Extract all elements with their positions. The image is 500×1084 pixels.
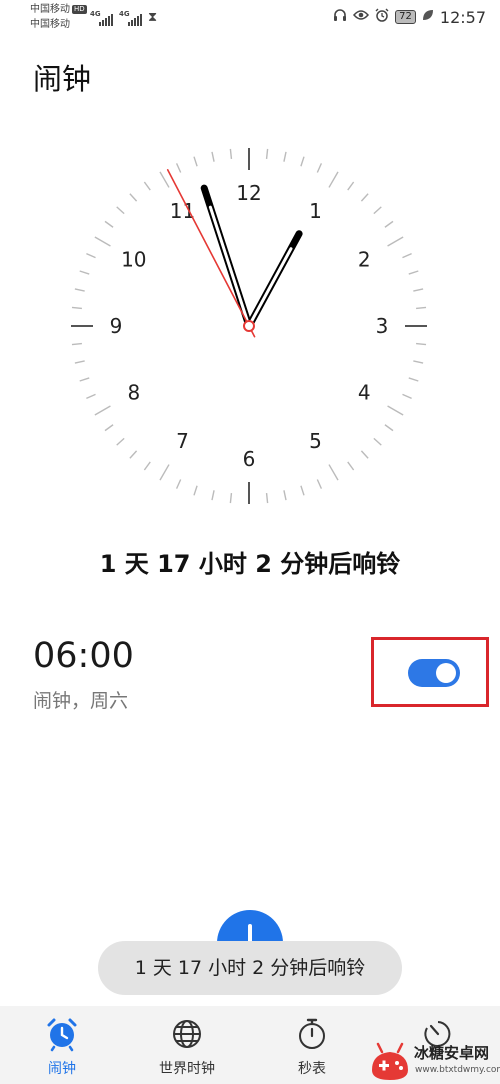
stopwatch-icon — [299, 1018, 325, 1049]
tab-stopwatch-label: 秒表 — [298, 1061, 326, 1077]
clock-tick — [104, 220, 114, 228]
alarm-description: 闹钟，周六 — [33, 690, 129, 712]
alarm-time: 06:00 — [33, 636, 134, 676]
clock-tick — [71, 342, 82, 346]
clock-numeral: 4 — [358, 381, 371, 405]
clock-tick — [229, 493, 233, 504]
clock-tick — [159, 464, 170, 481]
clock-tick — [387, 405, 404, 416]
alarm-countdown: 1 天 17 小时 2 分钟后响铃 — [99, 550, 401, 578]
clock-numeral: 5 — [309, 429, 322, 453]
clock-center-cap — [243, 320, 255, 332]
clock-tick — [175, 163, 182, 173]
clock-numeral: 1 — [309, 199, 322, 223]
clock-numeral: 8 — [127, 381, 140, 405]
alarm-toggle[interactable] — [408, 659, 460, 687]
alarm-clock-icon — [47, 1018, 77, 1052]
clock-tick — [316, 163, 323, 173]
clock-tick — [328, 464, 339, 481]
clock-tick — [79, 270, 90, 275]
clock-tick — [416, 306, 427, 310]
globe-icon — [173, 1020, 201, 1048]
clock-tick — [413, 288, 424, 292]
clock-tick — [265, 148, 269, 159]
analog-clock: 121234567891011 — [71, 148, 427, 504]
clock-tick — [94, 405, 111, 416]
clock-tick — [175, 479, 182, 489]
clock-tick — [384, 424, 394, 432]
toggle-knob — [436, 663, 456, 683]
clock-tick — [193, 485, 198, 496]
watermark-logo — [372, 1042, 408, 1080]
clock-tick — [373, 206, 382, 215]
clock-tick — [360, 193, 369, 202]
clock-numeral: 7 — [176, 429, 189, 453]
clock-tick — [71, 306, 82, 310]
clock-numeral: 9 — [110, 314, 123, 338]
clock-tick — [328, 171, 339, 188]
tab-alarm[interactable]: 闹钟 — [12, 1016, 112, 1080]
tab-world-clock[interactable]: 世界时钟 — [137, 1016, 237, 1080]
clock-numeral: 12 — [236, 181, 261, 205]
clock-tick — [143, 181, 151, 191]
minute-hand-highlight — [208, 205, 251, 328]
clock-tick — [416, 342, 427, 346]
tab-stopwatch[interactable]: 秒表 — [262, 1016, 362, 1080]
clock-tick — [159, 171, 170, 188]
clock-tick — [283, 490, 287, 501]
clock-tick — [94, 236, 111, 247]
watermark-title: 冰糖安卓网 — [414, 1044, 490, 1062]
clock-tick — [129, 193, 138, 202]
clock-tick — [300, 485, 305, 496]
tab-world-clock-label: 世界时钟 — [159, 1061, 215, 1077]
clock-tick — [402, 393, 412, 400]
clock-tick — [300, 156, 305, 167]
clock-tick — [229, 148, 233, 159]
clock-numeral: 3 — [376, 314, 389, 338]
clock-tick — [74, 360, 85, 364]
clock-tick — [143, 461, 151, 471]
clock-numeral: 6 — [243, 447, 256, 471]
clock-tick — [86, 252, 96, 259]
clock-tick — [413, 360, 424, 364]
clock-tick — [104, 424, 114, 432]
clock-numeral: 2 — [358, 248, 371, 272]
clock-tick — [402, 252, 412, 259]
clock-tick — [129, 450, 138, 459]
alarm-list-item[interactable]: 06:00 闹钟，周六 — [0, 620, 500, 730]
watermark: 冰糖安卓网 www.btxtdwmy.com — [368, 1040, 500, 1084]
clock-tick — [211, 151, 215, 162]
clock-numeral: 10 — [121, 248, 146, 272]
clock-tick — [373, 437, 382, 446]
watermark-url: www.btxtdwmy.com — [415, 1065, 500, 1075]
clock-tick — [86, 393, 96, 400]
clock-tick — [347, 181, 355, 191]
clock-tick — [387, 236, 404, 247]
clock-tick — [283, 151, 287, 162]
toast-message: 1 天 17 小时 2 分钟后响铃 — [98, 941, 402, 995]
tab-alarm-label: 闹钟 — [48, 1061, 76, 1077]
clock-tick — [193, 156, 198, 167]
clock-tick — [347, 461, 355, 471]
hour-hand-highlight — [247, 247, 293, 328]
clock-tick — [360, 450, 369, 459]
clock-numeral: 11 — [170, 199, 195, 223]
clock-tick — [74, 288, 85, 292]
clock-tick — [408, 270, 419, 275]
clock-tick — [116, 437, 125, 446]
clock-tick — [408, 377, 419, 382]
clock-tick — [79, 377, 90, 382]
clock-tick — [265, 493, 269, 504]
clock-tick — [316, 479, 323, 489]
clock-tick — [116, 206, 125, 215]
clock-tick — [384, 220, 394, 228]
clock-tick — [211, 490, 215, 501]
clock-hands — [166, 169, 303, 338]
